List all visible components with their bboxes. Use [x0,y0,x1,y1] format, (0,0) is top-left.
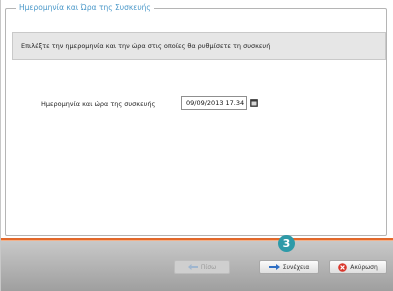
footer-divider [1,240,393,241]
back-label: Πίσω [200,263,217,271]
calendar-icon[interactable] [249,98,258,108]
wizard-window: Ημερομηνία και Ώρα της Συσκευής Επιλέξτε… [0,0,393,291]
arrow-left-icon [187,264,198,270]
back-button[interactable]: Πίσω [174,260,230,274]
instruction-banner: Επιλέξτε την ημερομηνία και την ώρα στις… [12,32,386,60]
next-label: Συνέχεια [282,263,310,271]
cancel-label: Ακύρωση [350,263,378,271]
date-time-input[interactable]: 09/09/2013 17.34 [181,96,247,110]
arrow-right-icon [268,264,280,270]
close-icon [338,262,348,272]
cancel-button[interactable]: Ακύρωση [329,260,387,274]
next-button[interactable]: Συνέχεια [259,260,319,274]
group-title: Ημερομηνία και Ώρα της Συσκευής [16,2,154,14]
step-badge: 3 [278,235,295,252]
date-time-label: Ημερομηνία και ώρα της συσκευής [41,100,156,108]
